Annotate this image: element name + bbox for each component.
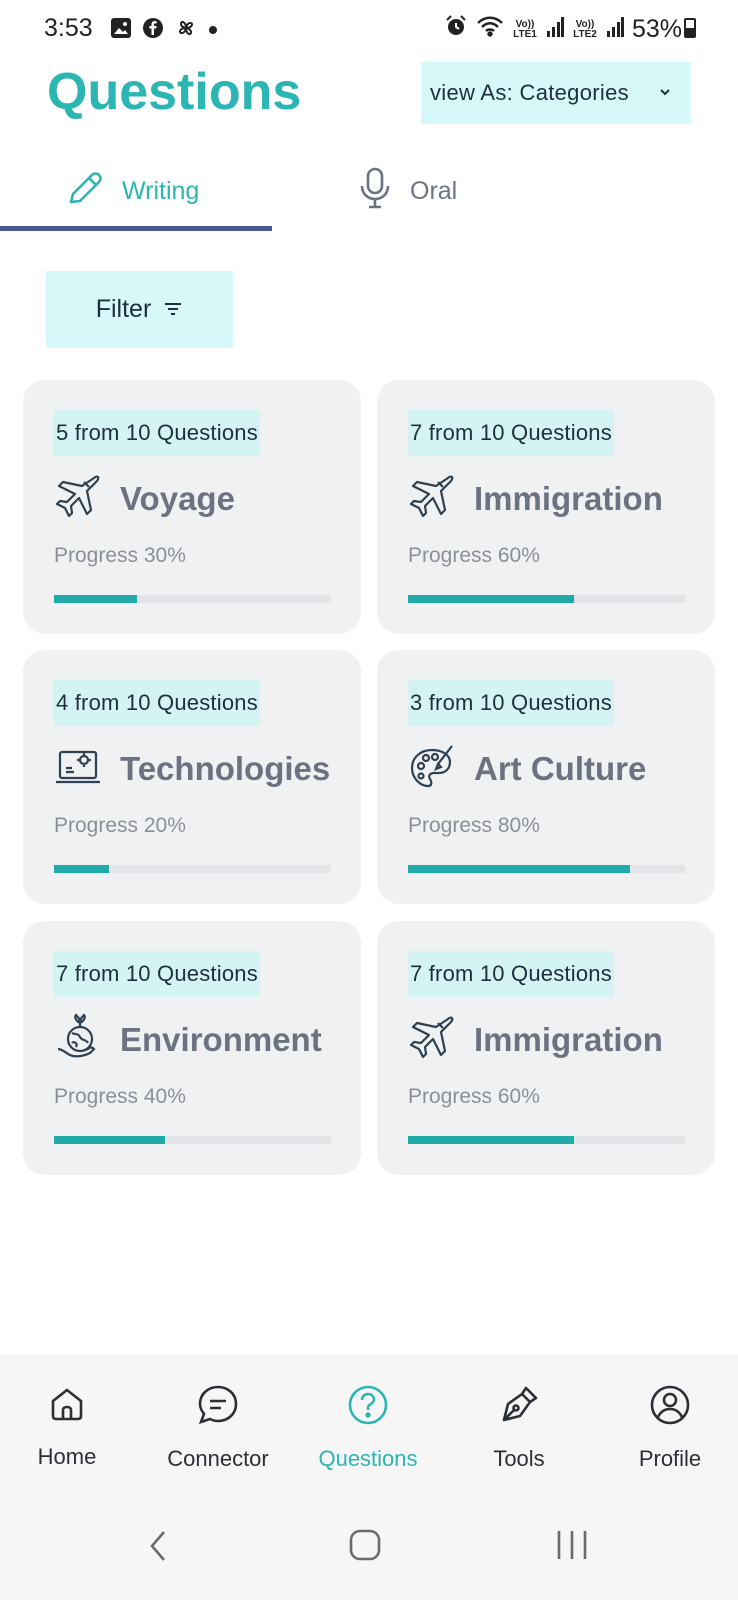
pencil-icon (66, 169, 104, 214)
question-count: 7 from 10 Questions (408, 951, 614, 997)
nav-home[interactable]: Home (0, 1384, 137, 1470)
category-card-voyage[interactable]: 5 from 10 Questions Voyage Progress 30% (23, 380, 361, 634)
view-as-dropdown[interactable]: view As: Categories (421, 62, 691, 124)
nav-tools-label: Tools (493, 1446, 545, 1471)
pinwheel-icon (174, 16, 198, 45)
progress-bar (54, 1136, 331, 1144)
progress-label: Progress 60% (408, 544, 540, 567)
category-card-immigration[interactable]: 7 from 10 Questions Immigration Progress… (377, 380, 715, 634)
sim1-label: Vo)) LTE1 (513, 18, 537, 40)
progress-bar (54, 595, 331, 603)
question-count: 4 from 10 Questions (54, 680, 260, 726)
airplane-icon (54, 472, 102, 525)
back-icon[interactable] (146, 1528, 170, 1569)
page-title: Questions (47, 63, 302, 121)
progress-label: Progress 30% (54, 544, 186, 567)
progress-fill (54, 865, 110, 873)
progress-bar (408, 1136, 685, 1144)
globe-plant-icon (54, 1013, 102, 1066)
question-count: 7 from 10 Questions (54, 951, 260, 997)
active-tab-indicator (0, 226, 272, 231)
airplane-icon (408, 1013, 456, 1066)
progress-bar (408, 595, 685, 603)
battery-percent: 53% (631, 15, 682, 43)
signal-icon (546, 15, 564, 44)
view-as-label: view As: Categories (430, 80, 629, 105)
progress-fill (408, 865, 630, 873)
nav-profile[interactable]: Profile (600, 1384, 738, 1472)
battery-icon (684, 18, 696, 38)
nav-tools[interactable]: Tools (449, 1384, 589, 1472)
progress-label: Progress 20% (54, 814, 186, 837)
nav-home-label: Home (37, 1444, 97, 1469)
nav-questions[interactable]: Questions (298, 1384, 438, 1472)
category-card-environment[interactable]: 7 from 10 Questions Environment Progress… (23, 921, 361, 1175)
category-title: Immigration (474, 1020, 663, 1058)
pen-nib-icon (498, 1384, 540, 1432)
category-card-art-culture[interactable]: 3 from 10 Questions Art Culture Progress… (377, 650, 715, 904)
category-card-immigration-2[interactable]: 7 from 10 Questions Immigration Progress… (377, 921, 715, 1175)
category-title: Voyage (120, 479, 235, 517)
progress-fill (54, 1136, 165, 1144)
progress-fill (54, 595, 138, 603)
tab-writing-label: Writing (122, 176, 200, 205)
laptop-gear-icon (54, 742, 102, 795)
progress-label: Progress 80% (408, 814, 540, 837)
microphone-icon (358, 167, 392, 216)
category-title: Art Culture (474, 749, 647, 787)
tab-oral[interactable]: Oral (358, 150, 457, 232)
progress-fill (408, 595, 575, 603)
filter-label: Filter (95, 295, 152, 323)
system-nav-bar (0, 1514, 738, 1584)
bottom-nav: Home Connector Questions Tools Profile (0, 1354, 738, 1600)
nav-questions-label: Questions (318, 1446, 418, 1471)
category-title: Immigration (474, 479, 663, 517)
filter-button[interactable]: Filter (46, 271, 233, 348)
wifi-icon (476, 15, 504, 44)
chevron-down-icon (657, 80, 673, 106)
progress-bar (54, 865, 331, 873)
dot-icon (208, 22, 218, 40)
question-count: 5 from 10 Questions (54, 410, 260, 456)
status-time: 3:53 (44, 14, 93, 42)
tab-oral-label: Oral (410, 176, 458, 205)
category-title: Technologies (120, 749, 331, 787)
alarm-icon (444, 14, 468, 45)
signal-icon (606, 15, 624, 44)
sim2-label: Vo)) LTE2 (573, 18, 597, 40)
nav-connector[interactable]: Connector (148, 1384, 288, 1472)
progress-bar (408, 865, 685, 873)
facebook-icon (142, 17, 164, 44)
status-bar: 3:53 Vo)) LTE1 Vo)) LTE2 53% (0, 0, 738, 56)
tab-bar: Writing Oral (0, 150, 738, 234)
palette-icon (408, 742, 456, 795)
category-card-technologies[interactable]: 4 from 10 Questions Technologies Progres… (23, 650, 361, 904)
question-icon (347, 1384, 389, 1432)
chat-icon (197, 1384, 239, 1432)
question-count: 3 from 10 Questions (408, 680, 614, 726)
progress-label: Progress 40% (54, 1085, 186, 1108)
question-count: 7 from 10 Questions (408, 410, 614, 456)
home-icon (47, 1384, 87, 1430)
user-icon (649, 1384, 691, 1432)
recents-icon[interactable] (555, 1528, 589, 1567)
battery-level (686, 27, 694, 36)
home-circle-icon[interactable] (348, 1528, 382, 1567)
airplane-icon (408, 472, 456, 525)
nav-connector-label: Connector (167, 1446, 269, 1471)
gallery-icon (110, 17, 132, 44)
progress-fill (408, 1136, 575, 1144)
filter-icon (163, 295, 183, 324)
progress-label: Progress 60% (408, 1085, 540, 1108)
tab-writing[interactable]: Writing (66, 150, 199, 232)
category-title: Environment (120, 1020, 322, 1058)
nav-profile-label: Profile (638, 1446, 702, 1471)
